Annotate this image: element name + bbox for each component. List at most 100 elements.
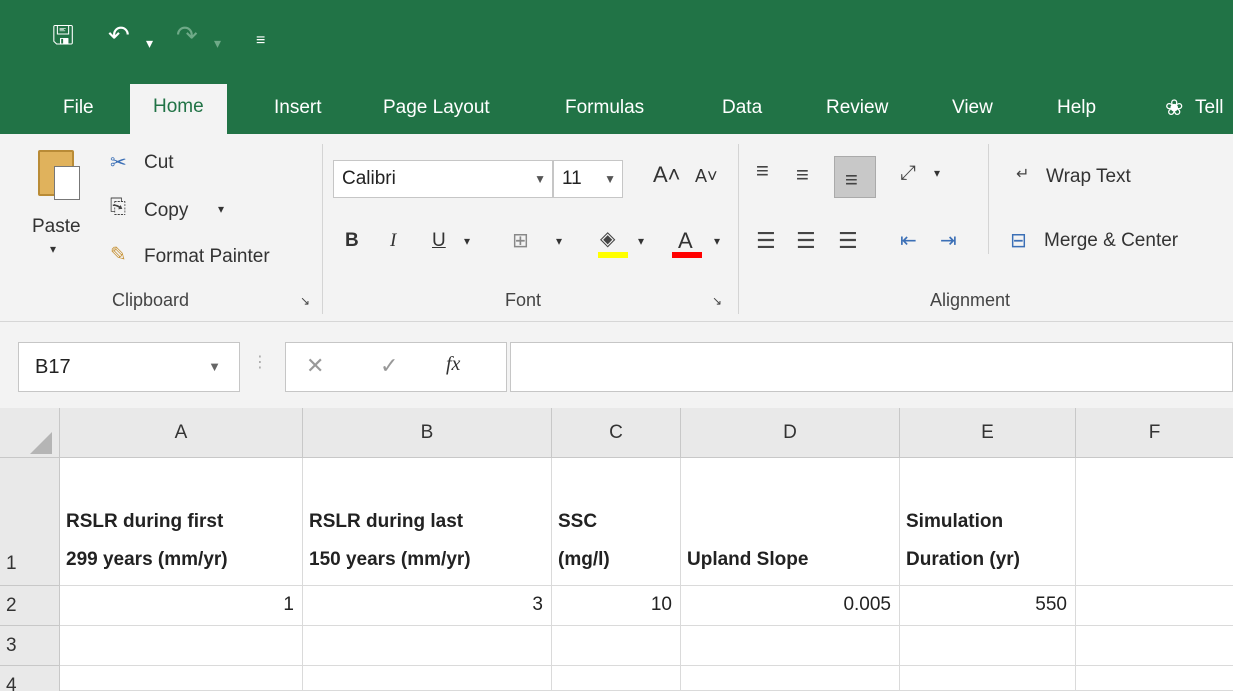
enter-icon[interactable]: ✓ (380, 353, 398, 379)
cell-a3[interactable] (60, 626, 303, 666)
tab-help[interactable]: Help (1057, 88, 1096, 134)
font-color-icon[interactable]: A (678, 228, 693, 254)
align-left-icon[interactable]: ☰ (756, 228, 776, 254)
redo-icon[interactable]: ↷ (176, 22, 198, 48)
cell-a1[interactable]: RSLR during first 299 years (mm/yr) (60, 458, 303, 586)
tab-tell-me[interactable]: Tell (1195, 88, 1224, 134)
wrap-text-label: Wrap Text (1046, 166, 1131, 187)
insert-function-icon[interactable]: fx (446, 353, 460, 376)
underline-button[interactable]: U (432, 230, 446, 252)
borders-dropdown-icon[interactable]: ▾ (556, 234, 562, 248)
cut-label: Cut (144, 152, 174, 173)
cell-e4[interactable] (900, 666, 1076, 691)
cell-f2[interactable] (1076, 586, 1233, 626)
cell-f1[interactable] (1076, 458, 1233, 586)
worksheet-grid: A B C D E F 1 2 3 4 RSLR during first 29… (0, 408, 1233, 691)
cell-a2[interactable]: 1 (60, 586, 303, 626)
cell-b3[interactable] (303, 626, 552, 666)
cell-c3[interactable] (552, 626, 681, 666)
group-separator (322, 144, 323, 314)
column-header-f[interactable]: F (1076, 408, 1233, 458)
cell-c1-line1: SSC (558, 511, 598, 532)
cell-a4[interactable] (60, 666, 303, 691)
cell-f3[interactable] (1076, 626, 1233, 666)
tab-view[interactable]: View (952, 88, 993, 134)
cell-c1[interactable]: SSC (mg/l) (552, 458, 681, 586)
row-header-2[interactable]: 2 (0, 586, 60, 626)
group-separator (738, 144, 739, 314)
column-header-e[interactable]: E (900, 408, 1076, 458)
paste-dropdown-icon[interactable]: ▾ (50, 242, 56, 256)
cancel-icon[interactable]: ✕ (306, 353, 324, 379)
cell-e1[interactable]: Simulation Duration (yr) (900, 458, 1076, 586)
bold-button[interactable]: B (345, 230, 359, 252)
cell-b2[interactable]: 3 (303, 586, 552, 626)
font-size-select[interactable]: 11 ▼ (553, 160, 623, 198)
cell-d2[interactable]: 0.005 (681, 586, 900, 626)
cell-d3[interactable] (681, 626, 900, 666)
cell-a1-line1: RSLR during first (66, 511, 224, 532)
customize-toolbar-icon[interactable]: ≡ (256, 28, 265, 54)
formula-input[interactable] (510, 342, 1233, 392)
cell-e3[interactable] (900, 626, 1076, 666)
tab-page-layout[interactable]: Page Layout (383, 88, 490, 134)
font-family-select[interactable]: Calibri ▼ (333, 160, 553, 198)
cell-b4[interactable] (303, 666, 552, 691)
align-bottom-button[interactable]: ≡ (834, 156, 876, 198)
italic-button[interactable]: I (390, 230, 396, 252)
align-top-icon[interactable]: ≡ (756, 158, 769, 184)
save-icon[interactable]: 🖫 (52, 22, 74, 48)
select-all-corner[interactable] (0, 408, 60, 458)
cell-d1[interactable]: Upland Slope (681, 458, 900, 586)
cell-f4[interactable] (1076, 666, 1233, 691)
tab-insert[interactable]: Insert (274, 88, 322, 134)
fill-color-dropdown-icon[interactable]: ▾ (638, 234, 644, 248)
align-center-icon[interactable]: ☰ (796, 228, 816, 254)
cell-e2[interactable]: 550 (900, 586, 1076, 626)
font-launcher-icon[interactable]: ↘ (712, 294, 722, 308)
tab-file[interactable]: File (63, 88, 94, 134)
column-header-b[interactable]: B (303, 408, 552, 458)
row-header-3[interactable]: 3 (0, 626, 60, 666)
name-box-value: B17 (35, 356, 71, 378)
group-separator (988, 144, 989, 254)
undo-dropdown-icon[interactable]: ▾ (146, 30, 153, 56)
cell-c2[interactable]: 10 (552, 586, 681, 626)
decrease-indent-icon[interactable]: ⇤ (900, 228, 917, 253)
column-header-d[interactable]: D (681, 408, 900, 458)
clipboard-launcher-icon[interactable]: ↘ (300, 294, 310, 308)
clipboard-group-label: Clipboard (112, 290, 190, 310)
underline-dropdown-icon[interactable]: ▾ (464, 234, 470, 248)
borders-icon[interactable]: ⊞ (512, 228, 529, 253)
tab-data[interactable]: Data (722, 88, 762, 134)
column-header-a[interactable]: A (60, 408, 303, 458)
align-right-icon[interactable]: ☰ (838, 228, 858, 254)
orientation-dropdown-icon[interactable]: ▾ (934, 166, 940, 180)
copy-button[interactable]: ⎘ Copy ▾ (110, 196, 240, 228)
increase-indent-icon[interactable]: ⇥ (940, 228, 957, 253)
row-header-4[interactable]: 4 (0, 666, 60, 691)
tab-home[interactable]: Home (130, 84, 227, 134)
orientation-icon[interactable]: ⤢ (900, 162, 916, 185)
font-size-value: 11 (562, 168, 582, 189)
copy-dropdown-icon[interactable]: ▾ (218, 202, 224, 216)
fill-color-icon[interactable]: ◈ (600, 226, 615, 251)
align-bottom-icon: ≡ (845, 167, 858, 192)
tab-formulas[interactable]: Formulas (565, 88, 644, 134)
increase-font-size-icon[interactable]: A˄ (653, 162, 681, 188)
redo-dropdown-icon[interactable]: ▾ (214, 30, 221, 56)
align-middle-icon[interactable]: ≡ (796, 162, 809, 188)
column-header-c[interactable]: C (552, 408, 681, 458)
row-header-1[interactable]: 1 (0, 458, 60, 586)
select-all-icon (30, 432, 52, 454)
paste-button[interactable]: Paste ▾ (26, 144, 92, 274)
cell-c4[interactable] (552, 666, 681, 691)
grip-icon[interactable]: ⋮ (252, 352, 268, 372)
undo-icon[interactable]: ↶ (108, 22, 130, 48)
font-color-dropdown-icon[interactable]: ▾ (714, 234, 720, 248)
tab-review[interactable]: Review (826, 88, 888, 134)
cell-b1[interactable]: RSLR during last 150 years (mm/yr) (303, 458, 552, 586)
name-box[interactable]: B17 ▼ (18, 342, 240, 392)
cell-d4[interactable] (681, 666, 900, 691)
decrease-font-size-icon[interactable]: A˅ (695, 166, 718, 187)
